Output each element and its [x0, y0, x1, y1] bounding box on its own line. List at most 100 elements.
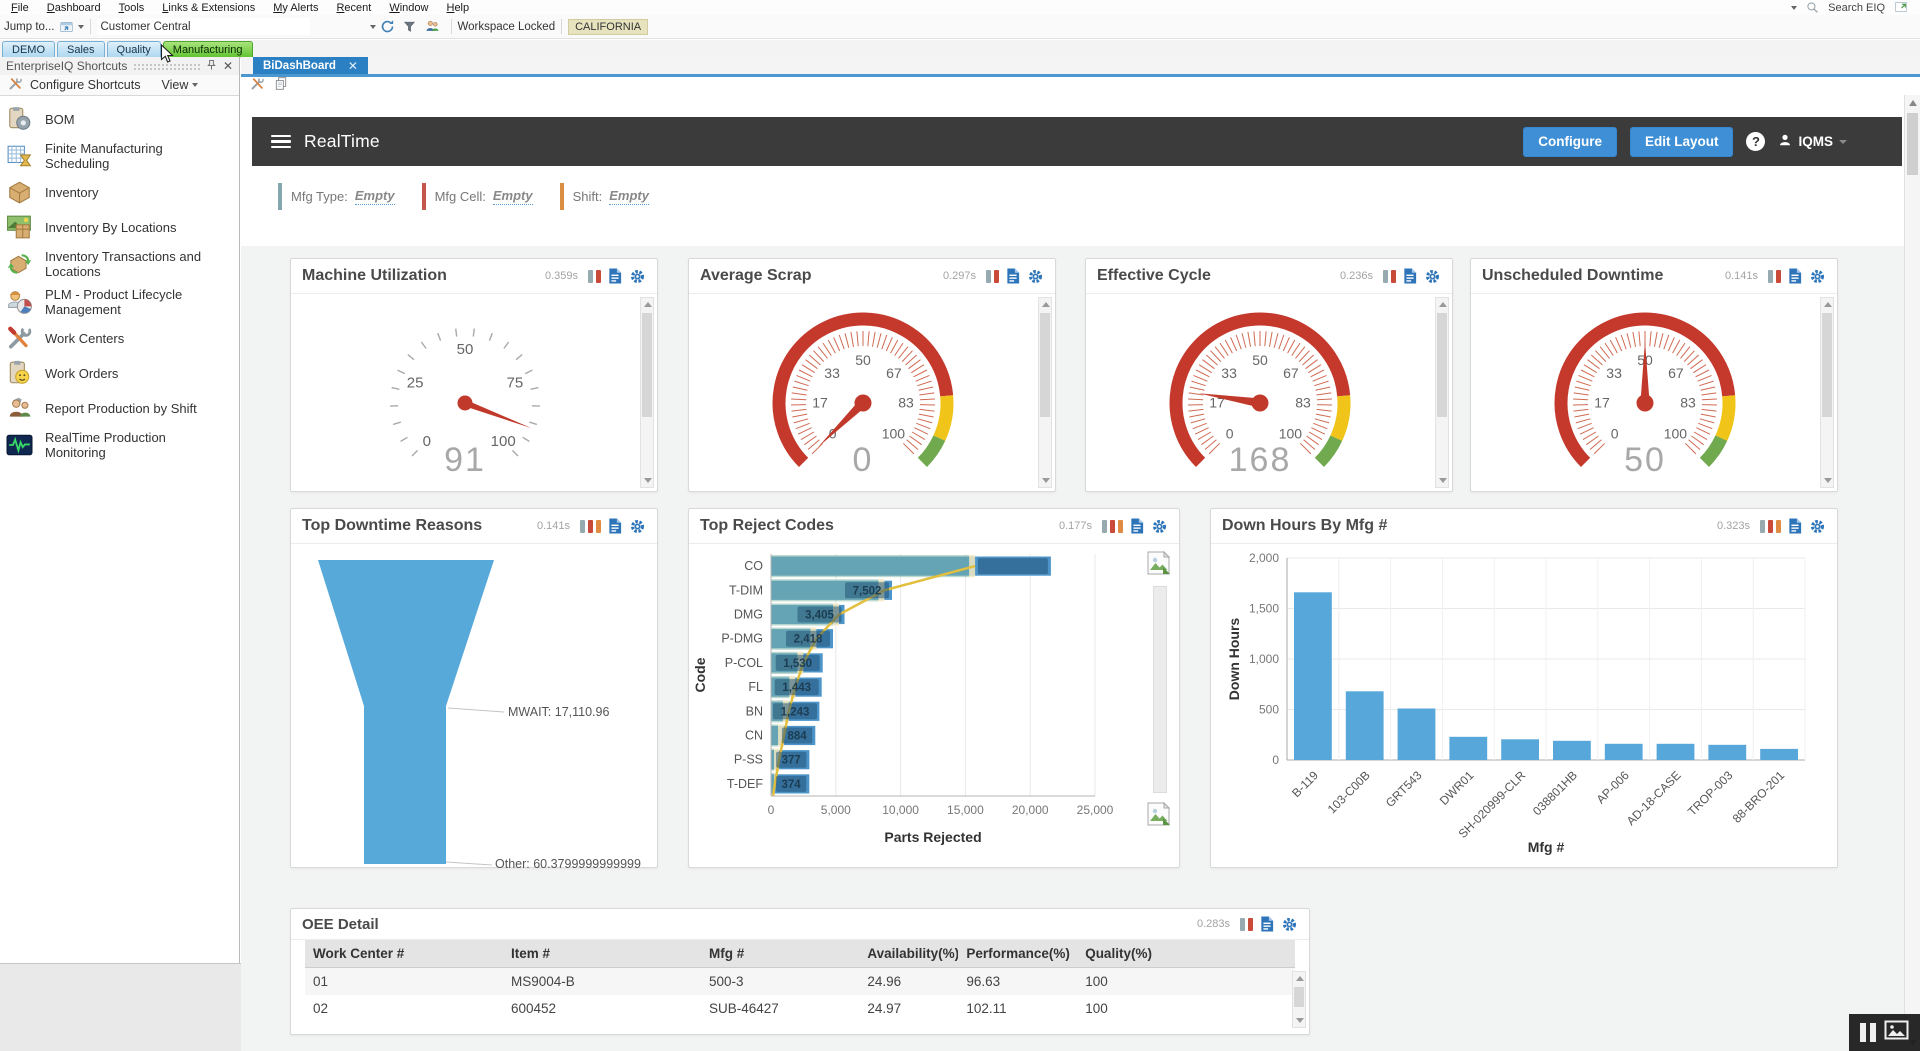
workspace-tab-demo[interactable]: DEMO — [2, 41, 55, 57]
configure-shortcuts-button[interactable]: Configure Shortcuts — [30, 78, 140, 92]
main-scrollbar[interactable] — [1904, 95, 1920, 1051]
column-header-work-center[interactable]: Work Center # — [305, 946, 503, 961]
report-icon[interactable] — [1260, 916, 1274, 932]
mini-chart-bar-icon[interactable] — [994, 270, 999, 283]
close-sidebar-icon[interactable]: ✕ — [223, 59, 233, 73]
export-image-icon[interactable] — [1146, 801, 1172, 827]
users-icon[interactable] — [424, 19, 441, 34]
menu-help[interactable]: Help — [437, 2, 478, 14]
refresh-icon[interactable] — [380, 19, 395, 34]
export-image-icon[interactable] — [1146, 550, 1172, 576]
table-scrollbar[interactable] — [1292, 971, 1306, 1028]
sidebar-item-inventory-by-locations[interactable]: Inventory By Locations — [6, 214, 233, 241]
tools-icon[interactable] — [250, 76, 265, 96]
report-icon[interactable] — [608, 518, 622, 534]
workspace-combo-caret-icon[interactable] — [370, 25, 376, 29]
scroll-down-icon[interactable] — [644, 478, 652, 483]
mini-chart-bar-icon[interactable] — [1102, 520, 1107, 533]
scroll-up-icon[interactable] — [1042, 302, 1050, 307]
mini-chart-bar-icon[interactable] — [1240, 918, 1245, 931]
column-header-item[interactable]: Item # — [503, 946, 701, 961]
settings-gear-icon[interactable] — [1424, 268, 1441, 285]
pin-icon[interactable] — [206, 59, 217, 74]
report-icon[interactable] — [1788, 518, 1802, 534]
mini-chart-bar-icon[interactable] — [596, 520, 601, 533]
column-header-quality[interactable]: Quality(%) — [1077, 946, 1295, 961]
tab-bidashboard[interactable]: BiDashBoard ✕ — [253, 57, 368, 74]
menu-file[interactable]: File — [2, 2, 38, 14]
search-eiq-label[interactable]: Search EIQ — [1828, 2, 1885, 14]
settings-gear-icon[interactable] — [1809, 268, 1826, 285]
mini-chart-bar-icon[interactable] — [1110, 520, 1115, 533]
sidebar-item-inventory-transactions-and-locations[interactable]: Inventory Transactions and Locations — [6, 249, 233, 279]
mini-chart-bar-icon[interactable] — [1776, 270, 1781, 283]
menu-my-alerts[interactable]: My Alerts — [264, 2, 327, 14]
mini-chart-bar-icon[interactable] — [1776, 520, 1781, 533]
sidebar-item-bom[interactable]: BOM — [6, 106, 233, 133]
hamburger-menu-icon[interactable] — [271, 135, 291, 149]
filter-value[interactable]: Empty — [355, 188, 395, 205]
menu-window[interactable]: Window — [380, 2, 437, 14]
menu-tools[interactable]: Tools — [110, 2, 154, 14]
column-header-performance[interactable]: Performance(%) — [958, 946, 1077, 961]
sidebar-item-inventory[interactable]: Inventory — [6, 179, 233, 206]
widget-scrollbar[interactable] — [1038, 297, 1052, 488]
picture-icon[interactable] — [1884, 1020, 1909, 1045]
scroll-thumb[interactable] — [1822, 313, 1832, 417]
scroll-thumb[interactable] — [1437, 313, 1447, 417]
menu-dashboard[interactable]: Dashboard — [38, 2, 110, 14]
sidebar-item-finite-manufacturing-scheduling[interactable]: Finite Manufacturing Scheduling — [6, 141, 233, 171]
settings-gear-icon[interactable] — [629, 268, 646, 285]
filter-value[interactable]: Empty — [609, 188, 649, 205]
jump-to-icon[interactable] — [59, 20, 74, 34]
settings-gear-icon[interactable] — [1281, 916, 1298, 933]
filter-shift[interactable]: Shift:Empty — [560, 183, 661, 210]
workspace-tab-manufacturing[interactable]: Manufacturing — [163, 41, 253, 57]
mini-chart-bar-icon[interactable] — [1383, 270, 1388, 283]
copy-icon[interactable] — [274, 76, 288, 96]
filter-mfg-cell[interactable]: Mfg Cell:Empty — [422, 183, 545, 210]
settings-gear-icon[interactable] — [1809, 518, 1826, 535]
settings-gear-icon[interactable] — [1027, 268, 1044, 285]
table-row[interactable]: 02600452SUB-4642724.97102.11100 — [305, 995, 1295, 1022]
filter-mfg-type[interactable]: Mfg Type:Empty — [278, 183, 407, 210]
view-menu-button[interactable]: View — [161, 78, 198, 92]
mini-chart-bar-icon[interactable] — [1768, 520, 1773, 533]
user-menu[interactable]: IQMS — [1778, 133, 1847, 150]
mini-chart-bar-icon[interactable] — [1760, 520, 1765, 533]
filter-icon[interactable] — [403, 20, 416, 34]
menu-links-extensions[interactable]: Links & Extensions — [153, 2, 264, 14]
pause-icon[interactable] — [1860, 1023, 1876, 1042]
report-icon[interactable] — [1788, 268, 1802, 284]
mini-chart-bar-icon[interactable] — [1248, 918, 1253, 931]
sidebar-item-plm-product-lifecycle-management[interactable]: PLM - Product Lifecycle Management — [6, 287, 233, 317]
report-icon[interactable] — [1403, 268, 1417, 284]
export-window-icon[interactable] — [1894, 1, 1908, 14]
mini-chart-bar-icon[interactable] — [1118, 520, 1123, 533]
widget-scrollbar[interactable] — [1435, 297, 1449, 488]
widget-scrollbar[interactable] — [640, 297, 654, 488]
mini-chart-bar-icon[interactable] — [1391, 270, 1396, 283]
report-icon[interactable] — [608, 268, 622, 284]
column-header-availability[interactable]: Availability(%) — [859, 946, 958, 961]
scroll-thumb[interactable] — [1040, 313, 1050, 417]
mini-chart-bar-icon[interactable] — [580, 520, 585, 533]
filter-value[interactable]: Empty — [493, 188, 533, 205]
settings-gear-icon[interactable] — [629, 518, 646, 535]
mini-chart-bar-icon[interactable] — [986, 270, 991, 283]
scroll-thumb[interactable] — [642, 313, 652, 417]
sidebar-item-realtime-production-monitoring[interactable]: RealTime Production Monitoring — [6, 430, 233, 460]
settings-gear-icon[interactable] — [1151, 518, 1168, 535]
workspace-tab-sales[interactable]: Sales — [57, 41, 105, 57]
report-icon[interactable] — [1130, 518, 1144, 534]
close-tab-icon[interactable]: ✕ — [348, 59, 358, 73]
sidebar-item-report-production-by-shift[interactable]: Report Production by Shift — [6, 395, 233, 422]
edit-layout-button[interactable]: Edit Layout — [1630, 127, 1734, 157]
mini-chart-bar-icon[interactable] — [1768, 270, 1773, 283]
scroll-up-icon[interactable] — [1439, 302, 1447, 307]
configure-button[interactable]: Configure — [1523, 127, 1617, 157]
workspace-tab-quality[interactable]: Quality — [107, 41, 161, 57]
sidebar-item-work-orders[interactable]: Work Orders — [6, 360, 233, 387]
scroll-up-icon[interactable] — [644, 302, 652, 307]
scroll-down-icon[interactable] — [1042, 478, 1050, 483]
